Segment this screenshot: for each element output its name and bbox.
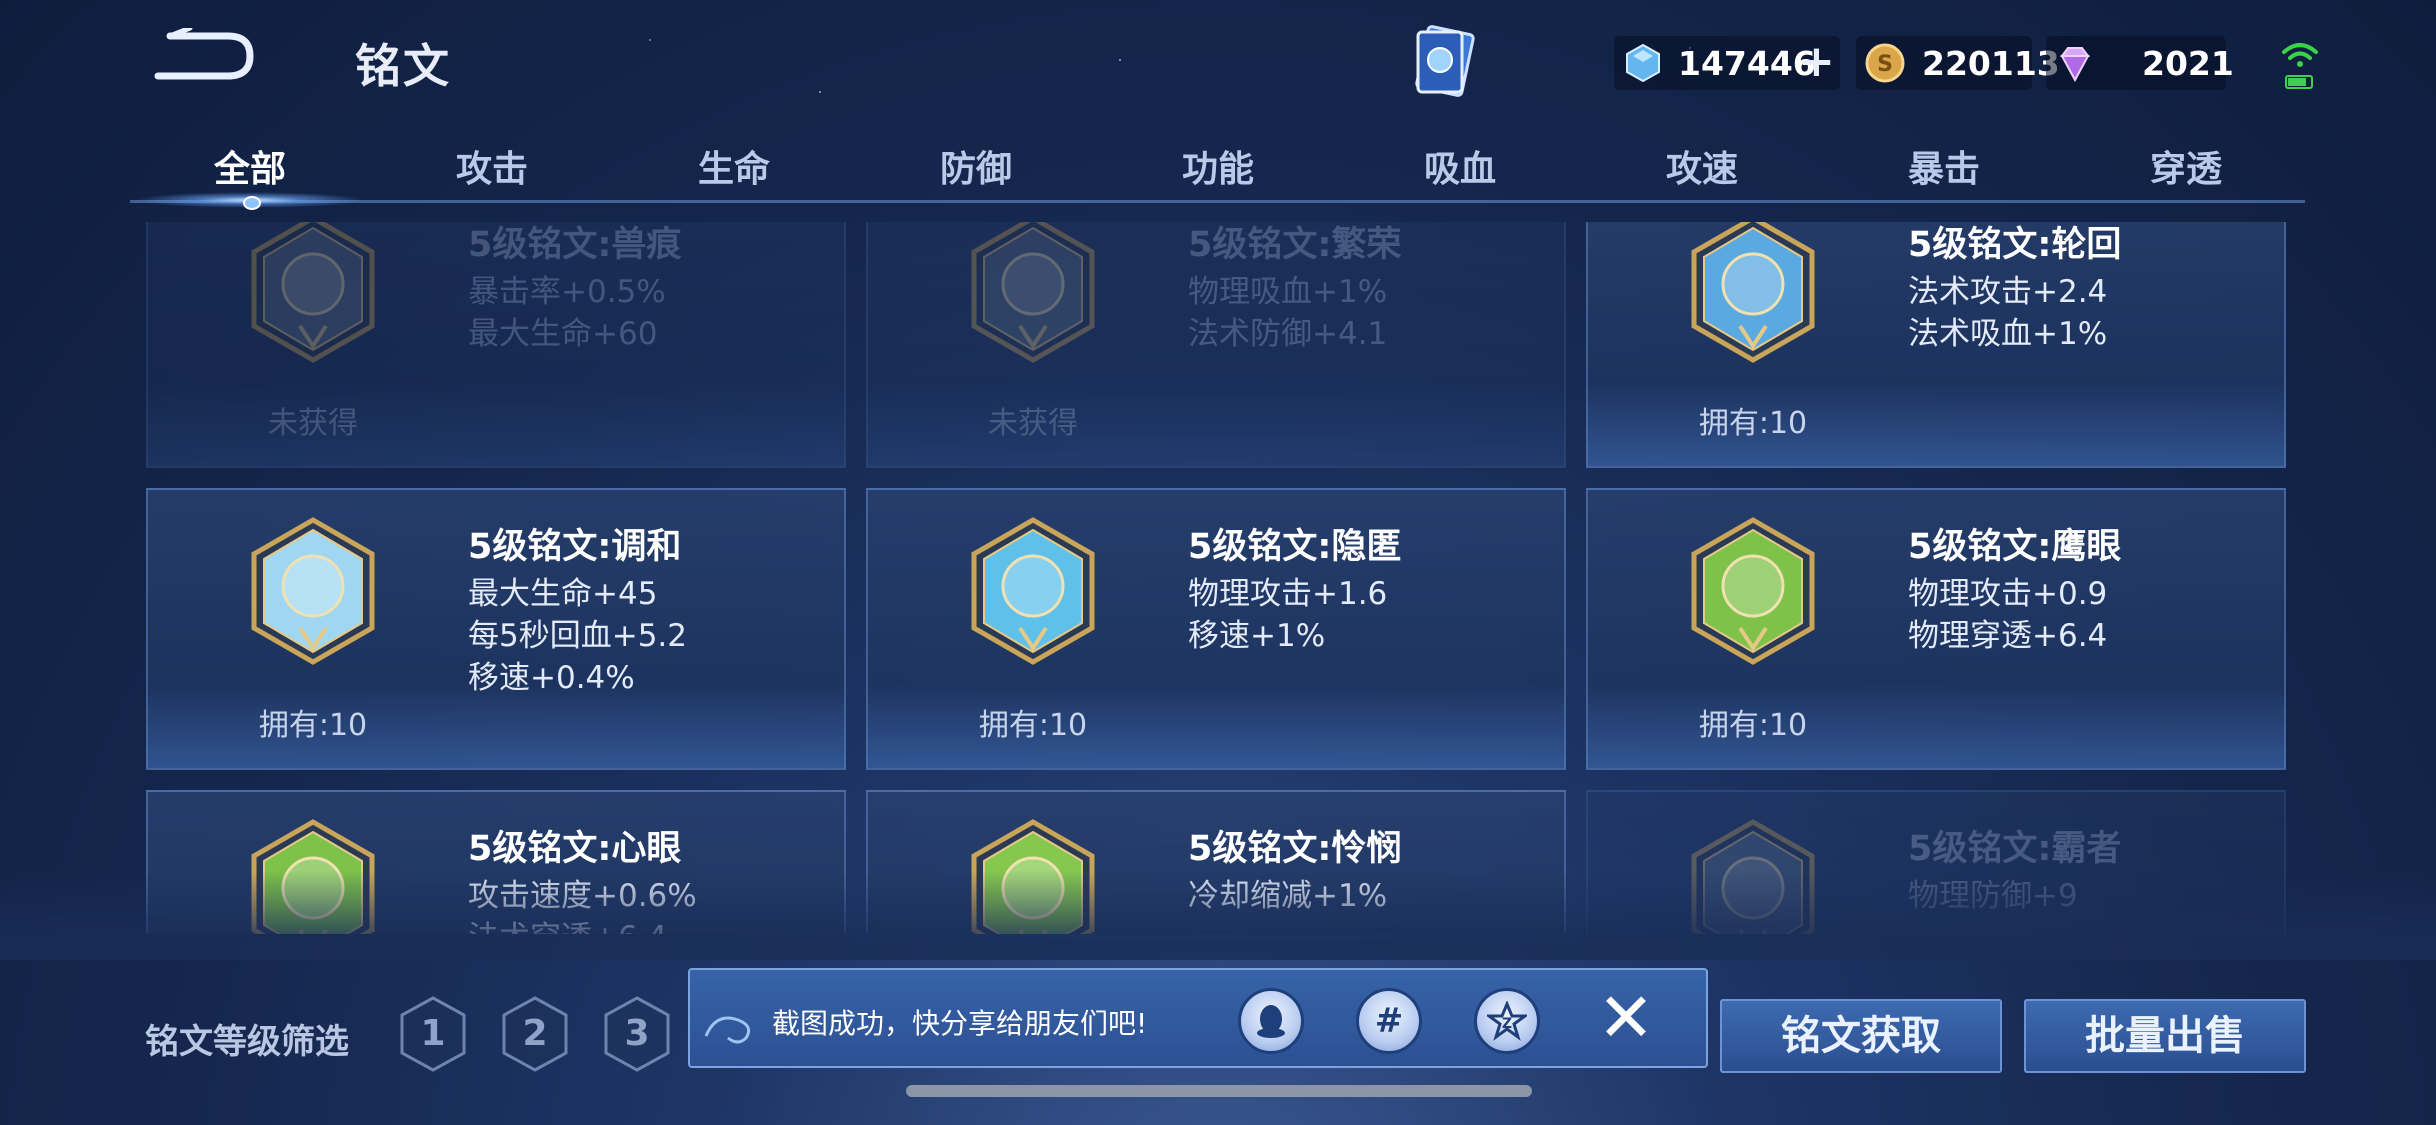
rune-stat: 最大生命+45 xyxy=(468,576,658,612)
tab-attack-speed[interactable]: 攻速 xyxy=(1602,140,1802,192)
collection-book-button[interactable] xyxy=(1408,22,1484,104)
back-arrow-icon xyxy=(154,25,254,80)
rune-name: 5级铭文:怜悯 xyxy=(1188,829,1402,869)
screenshot-share-toast: 截图成功，快分享给朋友们吧! # Z ✕ xyxy=(688,968,1708,1068)
svg-text:Z: Z xyxy=(1502,1016,1512,1032)
active-tab-indicator xyxy=(243,196,261,210)
tab-crit[interactable]: 暴击 xyxy=(1844,140,2044,192)
tab-health[interactable]: 生命 xyxy=(634,140,834,192)
rune-card[interactable]: 5级铭文:调和最大生命+45 每5秒回血+5.2 移速+0.4% 拥有:10 xyxy=(146,488,846,770)
gold-counter: S 220113 xyxy=(1856,36,2060,90)
category-tabs: 全部 攻击 生命 防御 功能 吸血 攻速 暴击 穿透 xyxy=(130,130,2305,205)
wifi-icon xyxy=(2282,43,2318,89)
rune-name: 5级铭文:兽痕 xyxy=(468,225,682,265)
page-title: 铭文 xyxy=(355,39,451,93)
wechat-moments-icon: # xyxy=(1374,1001,1404,1041)
rune-name: 5级铭文:隐匿 xyxy=(1188,527,1402,567)
diamond-gem-icon xyxy=(1626,43,1660,83)
rune-card[interactable]: 5级铭文:怜悯冷却缩减+1% xyxy=(866,790,1566,934)
gold-value: 220113 xyxy=(1922,44,2060,83)
rune-stat: 物理穿透+6.4 xyxy=(1908,618,2108,654)
rune-emblem-icon xyxy=(968,516,1098,666)
rune-emblem-icon xyxy=(1688,222,1818,364)
back-button[interactable] xyxy=(150,25,260,88)
tab-utility[interactable]: 功能 xyxy=(1118,140,1318,192)
rune-name: 5级铭文:繁荣 xyxy=(1188,225,1402,265)
rune-stat: 每5秒回血+5.2 xyxy=(468,618,687,654)
tab-lifesteal[interactable]: 吸血 xyxy=(1360,140,1560,192)
share-qq-button[interactable] xyxy=(1238,988,1304,1054)
gold-coin-icon: S xyxy=(1865,43,1905,83)
book-icon xyxy=(1415,25,1475,97)
rune-owned-count: 未获得 xyxy=(268,406,358,441)
rune-owned-count: 拥有:10 xyxy=(1698,406,1808,441)
rune-card[interactable]: 5级铭文:隐匿物理攻击+1.6 移速+1% 拥有:10 xyxy=(866,488,1566,770)
rune-emblem-icon xyxy=(248,818,378,934)
rune-stat: 法术穿透+6.4 xyxy=(468,912,667,934)
rune-emblem-icon xyxy=(248,516,378,666)
rune-grid: 5级铭文:兽痕暴击率+0.5% 最大生命+60 未获得 5级铭文:繁荣物理吸血+1%… xyxy=(130,222,2305,934)
rune-card[interactable]: 5级铭文:心眼攻击速度+0.6%法术穿透+6.4 xyxy=(146,790,846,934)
rune-name: 5级铭文:霸者 xyxy=(1908,829,2122,869)
tab-all[interactable]: 全部 xyxy=(150,140,350,192)
qzone-icon: Z xyxy=(1487,1001,1527,1041)
rune-stat: 移速+1% xyxy=(1188,618,1326,654)
close-icon[interactable]: ✕ xyxy=(1594,984,1658,1054)
rune-stat: 法术攻击+2.4 xyxy=(1908,274,2108,310)
rune-emblem-icon xyxy=(968,222,1098,364)
rune-name: 5级铭文:鹰眼 xyxy=(1908,527,2122,567)
rune-owned-count: 拥有:10 xyxy=(258,708,368,743)
tab-penetration[interactable]: 穿透 xyxy=(2086,140,2286,192)
rune-name: 5级铭文:心眼 xyxy=(468,829,682,869)
rune-owned-count: 拥有:10 xyxy=(978,708,1088,743)
share-moments-button[interactable]: # xyxy=(1356,988,1422,1054)
network-status xyxy=(2278,34,2322,94)
purple-crystal-icon xyxy=(2060,47,2090,83)
home-indicator xyxy=(906,1085,1532,1097)
rune-stat: 最大生命+60 xyxy=(468,316,658,352)
rune-emblem-icon xyxy=(968,818,1098,934)
level-filter-1[interactable]: 1 xyxy=(398,995,468,1073)
rune-emblem-icon xyxy=(1688,516,1818,666)
rune-stat: 法术吸血+1% xyxy=(1908,316,2108,352)
crystal-counter: 2021 xyxy=(2046,36,2234,90)
rune-stat: 物理攻击+0.9 xyxy=(1908,576,2108,612)
level-filter-label: 铭文等级筛选 xyxy=(145,1022,349,1062)
rune-card[interactable]: 5级铭文:兽痕暴击率+0.5% 最大生命+60 未获得 xyxy=(146,222,846,468)
rune-owned-count: 拥有:10 xyxy=(1698,708,1808,743)
rune-card[interactable]: 5级铭文:轮回法术攻击+2.4 法术吸血+1% 拥有:10 xyxy=(1586,222,2286,468)
rune-stat: 物理防御+9 xyxy=(1908,878,2078,914)
rune-stat: 移速+0.4% xyxy=(468,660,635,696)
rune-stat: 攻击速度+0.6% xyxy=(468,878,697,914)
diamond-counter: 147446 + xyxy=(1614,36,1840,90)
rune-stat: 冷却缩减+1% xyxy=(1188,878,1388,914)
rune-card[interactable]: 5级铭文:繁荣物理吸血+1% 法术防御+4.1 未获得 xyxy=(866,222,1566,468)
rune-card[interactable]: 5级铭文:鹰眼物理攻击+0.9 物理穿透+6.4 拥有:10 xyxy=(1586,488,2286,770)
rune-name: 5级铭文:调和 xyxy=(468,527,682,567)
tab-underline xyxy=(130,200,2305,203)
rune-stat: 物理吸血+1% xyxy=(1188,274,1388,310)
diamond-value: 147446 xyxy=(1678,44,1816,83)
rune-stat: 法术防御+4.1 xyxy=(1188,316,1388,352)
tab-attack[interactable]: 攻击 xyxy=(392,140,592,192)
tab-defense[interactable]: 防御 xyxy=(876,140,1076,192)
rune-stat: 暴击率+0.5% xyxy=(468,274,666,310)
share-qzone-button[interactable]: Z xyxy=(1474,988,1540,1054)
toast-message: 截图成功，快分享给朋友们吧! xyxy=(772,1007,1148,1040)
qq-icon xyxy=(1257,1005,1285,1038)
rune-owned-count: 未获得 xyxy=(988,406,1078,441)
acquire-rune-button[interactable]: 铭文获取 xyxy=(1720,999,2002,1073)
level-filter-2[interactable]: 2 xyxy=(500,995,570,1073)
rune-name: 5级铭文:轮回 xyxy=(1908,225,2122,265)
add-diamond-button[interactable]: + xyxy=(1798,40,1835,84)
level-filter-3[interactable]: 3 xyxy=(602,995,672,1073)
crystal-value: 2021 xyxy=(2142,44,2234,83)
rune-emblem-icon xyxy=(1688,818,1818,934)
svg-text:S: S xyxy=(1877,52,1893,77)
rune-card[interactable]: 5级铭文:霸者物理防御+9 xyxy=(1586,790,2286,934)
cloud-swirl-icon xyxy=(704,1016,751,1044)
rune-emblem-icon xyxy=(248,222,378,364)
bulk-sell-button[interactable]: 批量出售 xyxy=(2024,999,2306,1073)
rune-stat: 物理攻击+1.6 xyxy=(1188,576,1388,612)
